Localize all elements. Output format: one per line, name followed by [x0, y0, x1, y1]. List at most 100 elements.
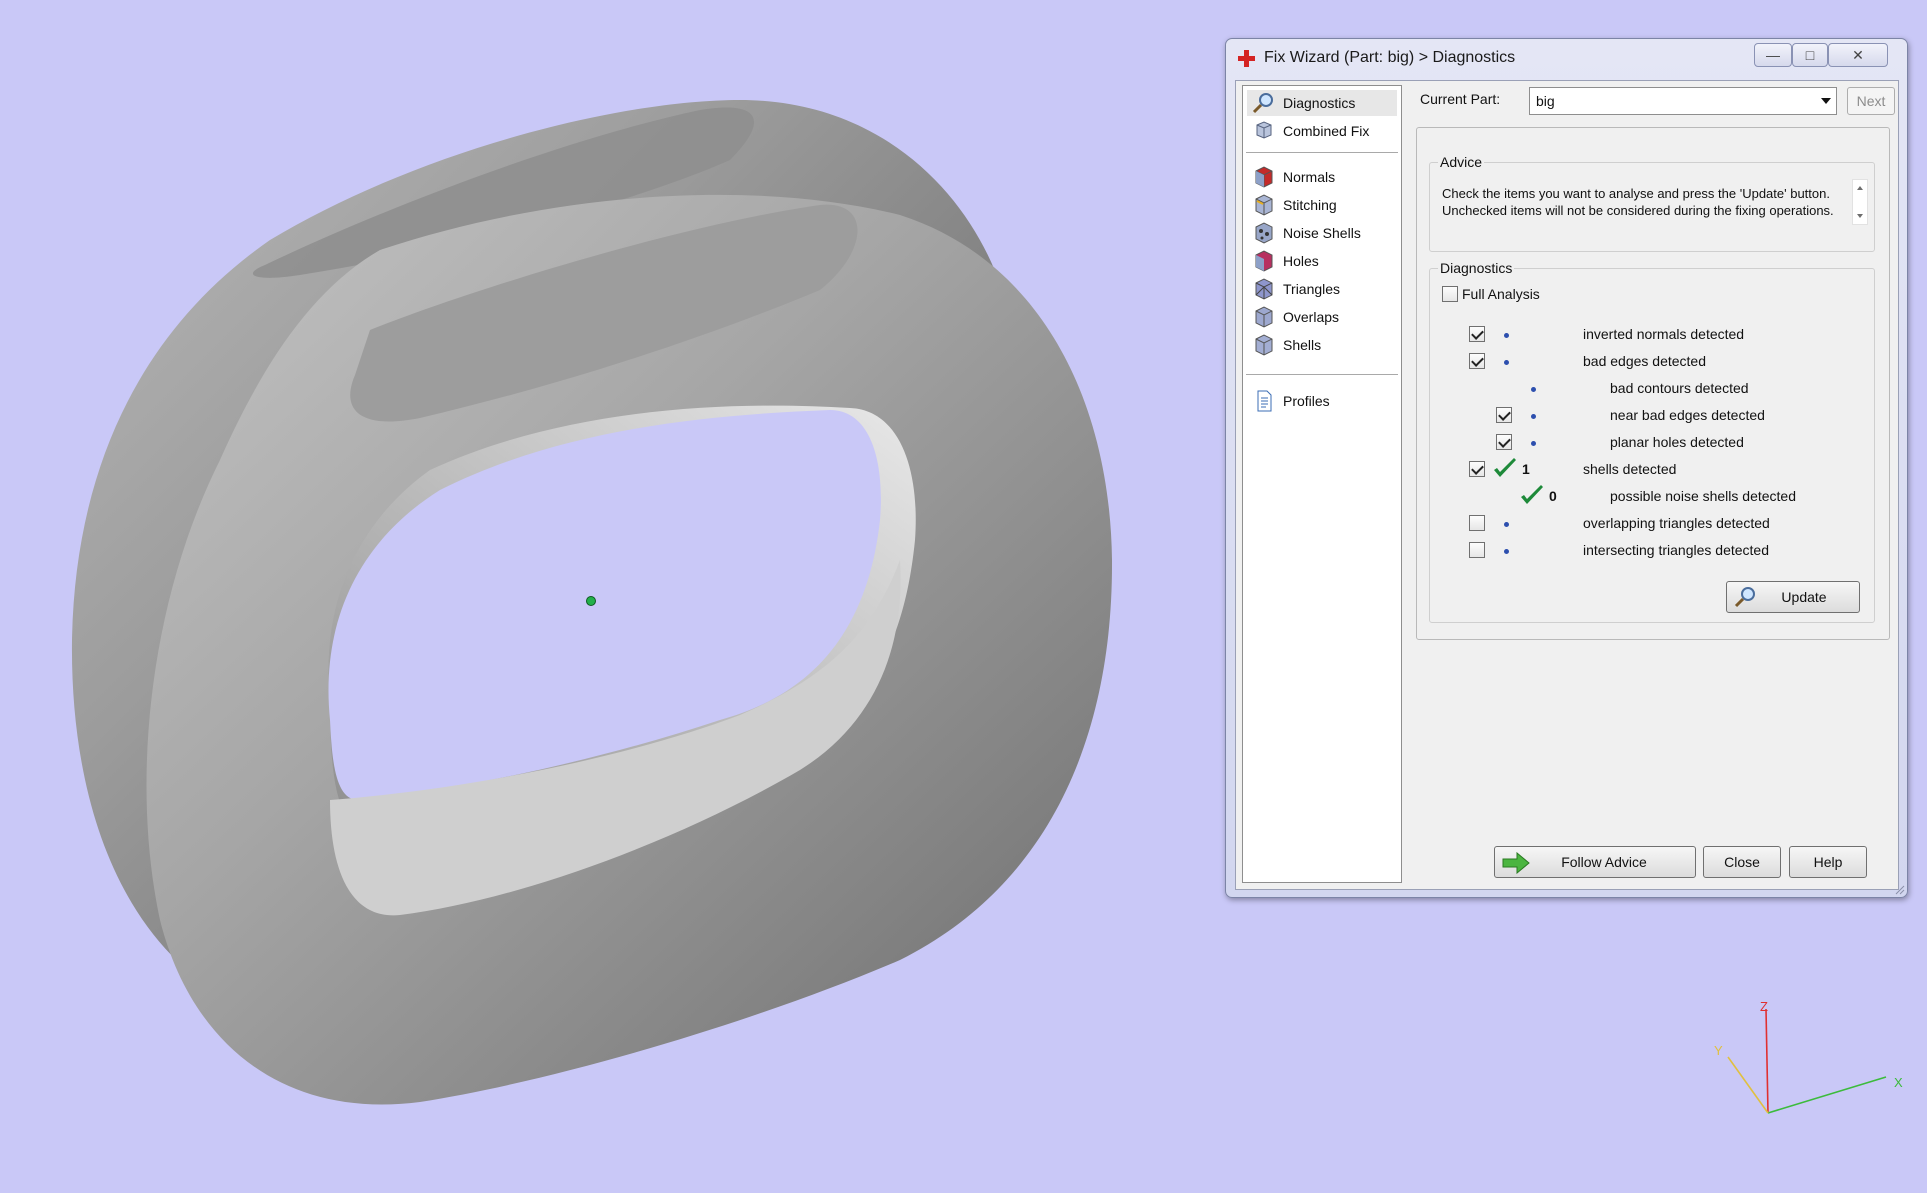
overlaps-cube-icon — [1255, 306, 1273, 328]
diagnostics-panel: Advice Check the items you want to analy… — [1416, 127, 1890, 640]
minimize-icon: — — [1766, 47, 1780, 63]
nav-item-shells[interactable]: Shells — [1247, 332, 1397, 358]
holes-cube-icon — [1255, 250, 1273, 272]
diagnostic-checkbox[interactable] — [1469, 515, 1485, 531]
advice-text: Check the items you want to analyse and … — [1442, 186, 1834, 218]
status-dot — [1504, 549, 1509, 554]
noise-shell-count: 0 — [1549, 488, 1557, 504]
diagnostic-label: inverted normals detected — [1583, 326, 1745, 342]
follow-advice-button[interactable]: Follow Advice — [1494, 846, 1696, 878]
triangles-cube-icon — [1255, 278, 1273, 300]
noise-shells-icon — [1255, 222, 1273, 244]
diagnostics-group: Diagnostics Full Analysis inverted norma… — [1429, 260, 1875, 623]
current-part-select[interactable]: big — [1529, 87, 1837, 115]
diagnostic-label: shells detected — [1583, 461, 1677, 477]
chevron-down-icon — [1821, 98, 1831, 104]
scroll-down-icon[interactable] — [1857, 214, 1863, 218]
diagnostic-checkbox[interactable] — [1496, 434, 1512, 450]
advice-title: Advice — [1438, 154, 1485, 170]
normals-cube-icon — [1255, 166, 1273, 188]
status-dot — [1504, 522, 1509, 527]
axis-z-label: Z — [1760, 999, 1768, 1014]
full-analysis-checkbox[interactable] — [1442, 286, 1458, 302]
current-part-value: big — [1536, 93, 1555, 109]
nav-item-triangles[interactable]: Triangles — [1247, 276, 1397, 302]
diagnostic-label: overlapping triangles detected — [1583, 515, 1770, 531]
status-dot — [1531, 414, 1536, 419]
nav-item-normals[interactable]: Normals — [1247, 164, 1397, 190]
nav-item-label: Profiles — [1283, 393, 1330, 409]
diagnostic-label: bad edges detected — [1583, 353, 1706, 369]
status-dot — [1531, 387, 1536, 392]
nav-item-holes[interactable]: Holes — [1247, 248, 1397, 274]
update-button-label: Update — [1781, 589, 1827, 605]
diagnostic-label: intersecting triangles detected — [1583, 542, 1769, 558]
stitching-cube-icon — [1255, 194, 1273, 216]
red-cross-icon — [1238, 50, 1255, 67]
close-button-label: Close — [1724, 854, 1760, 870]
scroll-up-icon[interactable] — [1857, 186, 1863, 190]
diagnostic-label: planar holes detected — [1610, 434, 1744, 450]
nav-item-diagnostics[interactable]: Diagnostics — [1247, 90, 1397, 116]
3d-model[interactable] — [71, 100, 1113, 1105]
nav-item-noise-shells[interactable]: Noise Shells — [1247, 220, 1397, 246]
next-button[interactable]: Next — [1847, 87, 1895, 115]
nav-item-stitching[interactable]: Stitching — [1247, 192, 1397, 218]
nav-item-label: Noise Shells — [1283, 225, 1361, 241]
resize-grip-icon[interactable] — [1893, 883, 1905, 895]
window-title: Fix Wizard (Part: big) > Diagnostics — [1264, 49, 1516, 66]
help-button[interactable]: Help — [1789, 846, 1867, 878]
axis-triad: Z X Y — [1714, 999, 1903, 1114]
nav-item-label: Shells — [1283, 337, 1322, 353]
diagnostic-checkbox[interactable] — [1469, 542, 1485, 558]
green-arrow-icon — [1502, 852, 1530, 874]
nav-item-overlaps[interactable]: Overlaps — [1247, 304, 1397, 330]
nav-item-label: Stitching — [1283, 197, 1337, 213]
nav-item-label: Normals — [1283, 169, 1336, 185]
diagnostic-checkbox[interactable] — [1496, 407, 1512, 423]
status-dot — [1504, 333, 1509, 338]
nav-item-label: Combined Fix — [1283, 123, 1370, 139]
axis-x-label: X — [1894, 1075, 1903, 1090]
magnifier-icon — [1734, 587, 1755, 608]
current-part-label: Current Part: — [1420, 91, 1501, 107]
diagnostic-checkbox[interactable] — [1469, 461, 1485, 477]
shell-count: 1 — [1522, 461, 1530, 477]
close-button[interactable]: Close — [1703, 846, 1781, 878]
nav-separator — [1246, 374, 1398, 376]
diagnostic-label: bad contours detected — [1610, 380, 1749, 396]
green-check-icon — [1521, 485, 1543, 504]
nav-item-combined-fix[interactable]: Combined Fix — [1247, 118, 1397, 144]
close-icon: ✕ — [1852, 46, 1864, 63]
status-dot — [1504, 360, 1509, 365]
close-window-button[interactable]: ✕ — [1828, 43, 1888, 67]
full-analysis-label: Full Analysis — [1462, 286, 1540, 302]
shells-cube-icon — [1255, 334, 1273, 356]
help-button-label: Help — [1813, 854, 1843, 870]
status-dot — [1531, 441, 1536, 446]
advice-group: Advice Check the items you want to analy… — [1429, 154, 1875, 252]
title-bar[interactable]: Fix Wizard (Part: big) > Diagnostics — □… — [1226, 39, 1907, 77]
nav-item-profiles[interactable]: Profiles — [1247, 388, 1397, 414]
diagnostics-title: Diagnostics — [1438, 260, 1515, 276]
axis-y-label: Y — [1714, 1043, 1723, 1058]
magnifier-icon — [1252, 93, 1273, 114]
nav-item-label: Diagnostics — [1283, 95, 1356, 111]
fix-wizard-window: Fix Wizard (Part: big) > Diagnostics — □… — [1225, 38, 1908, 898]
document-icon — [1257, 390, 1272, 412]
next-button-label: Next — [1856, 93, 1886, 109]
update-button[interactable]: Update — [1726, 581, 1860, 613]
diagnostic-checkbox[interactable] — [1469, 353, 1485, 369]
advice-scrollbar[interactable] — [1852, 179, 1868, 225]
minimize-button[interactable]: — — [1754, 43, 1792, 67]
cube-stack-icon — [1256, 121, 1272, 139]
diagnostic-checkbox[interactable] — [1469, 326, 1485, 342]
diagnostic-label: near bad edges detected — [1610, 407, 1765, 423]
nav-item-label: Holes — [1283, 253, 1319, 269]
nav-item-label: Overlaps — [1283, 309, 1340, 325]
nav-separator — [1246, 152, 1398, 154]
wizard-nav-list: Diagnostics Combined Fix Normals Stitchi… — [1242, 85, 1402, 883]
nav-item-label: Triangles — [1283, 281, 1341, 297]
maximize-button[interactable]: □ — [1792, 43, 1828, 67]
follow-advice-label: Follow Advice — [1561, 854, 1647, 870]
